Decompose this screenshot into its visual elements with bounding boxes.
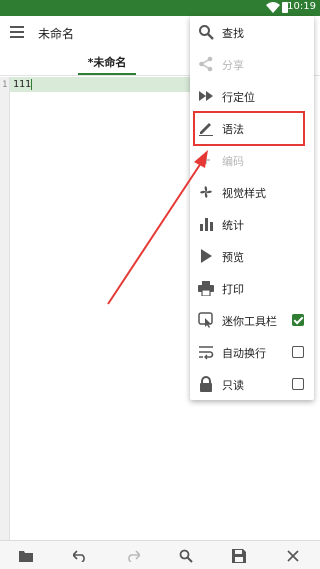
menu-item-word-wrap[interactable]: 自动换行	[190, 336, 314, 368]
menu-item-label: 预览	[222, 251, 244, 264]
menu-item-label: 视觉样式	[222, 187, 266, 200]
menu-item-label: 分享	[222, 59, 244, 72]
word-wrap-checkbox[interactable]	[292, 346, 304, 358]
menu-item-read-only[interactable]: 只读	[190, 368, 314, 400]
menu-item-label: 行定位	[222, 91, 255, 104]
line-number: 1	[2, 80, 8, 90]
menu-item-label: 统计	[222, 219, 244, 232]
folder-icon[interactable]	[18, 548, 34, 564]
line-number-gutter: 1	[0, 77, 10, 540]
menu-item-goto-line[interactable]: 行定位	[190, 80, 314, 112]
save-icon[interactable]	[231, 548, 247, 564]
undo-icon[interactable]	[72, 548, 88, 564]
current-line-highlight	[10, 77, 200, 92]
bottom-toolbar	[0, 540, 320, 569]
editor-line[interactable]: 111	[13, 79, 31, 90]
menu-item-find[interactable]: 查找	[190, 16, 314, 48]
mini-toolbar-checkbox[interactable]	[292, 314, 304, 326]
printer-icon	[198, 281, 214, 296]
read-only-checkbox[interactable]	[292, 378, 304, 390]
menu-item-preview[interactable]: 预览	[190, 240, 314, 272]
menu-item-label: 编码	[222, 155, 244, 168]
status-bar: 10:19	[0, 0, 320, 16]
menu-item-share[interactable]: 分享	[190, 48, 314, 80]
tab-untitled[interactable]: *未命名	[78, 54, 136, 70]
annotation-highlight-box	[193, 111, 305, 146]
encoding-icon	[202, 156, 210, 164]
goto-line-icon	[199, 91, 213, 101]
redo-icon[interactable]	[125, 548, 141, 564]
overflow-menu: 查找 分享 行定位 语法 编码 视觉样式 统计 预览 打印 迷你工具栏 自动换行	[190, 16, 314, 400]
wifi-icon	[266, 2, 280, 13]
text-cursor	[31, 79, 32, 90]
menu-item-encoding[interactable]: 编码	[190, 144, 314, 176]
search-icon[interactable]	[178, 548, 194, 564]
lock-icon	[200, 376, 212, 392]
hamburger-menu-icon[interactable]	[10, 26, 24, 38]
word-wrap-icon	[199, 346, 214, 360]
mini-toolbar-icon	[198, 312, 213, 328]
menu-item-mini-toolbar[interactable]: 迷你工具栏	[190, 304, 314, 336]
menu-item-print[interactable]: 打印	[190, 272, 314, 304]
share-icon	[199, 56, 213, 72]
active-tab-indicator	[78, 73, 136, 75]
document-title: 未命名	[38, 27, 75, 41]
close-icon[interactable]	[285, 548, 301, 564]
theme-fan-icon	[200, 186, 212, 198]
menu-item-label: 打印	[222, 283, 244, 296]
menu-item-label: 自动换行	[222, 347, 266, 360]
status-time: 10:19	[287, 1, 316, 12]
menu-item-label: 查找	[222, 27, 244, 40]
menu-item-label: 只读	[222, 379, 244, 392]
menu-item-label: 迷你工具栏	[222, 315, 277, 328]
menu-item-visual-style[interactable]: 视觉样式	[190, 176, 314, 208]
menu-item-statistics[interactable]: 统计	[190, 208, 314, 240]
search-icon	[199, 25, 214, 40]
play-icon	[201, 249, 212, 263]
bar-chart-icon	[200, 218, 213, 231]
